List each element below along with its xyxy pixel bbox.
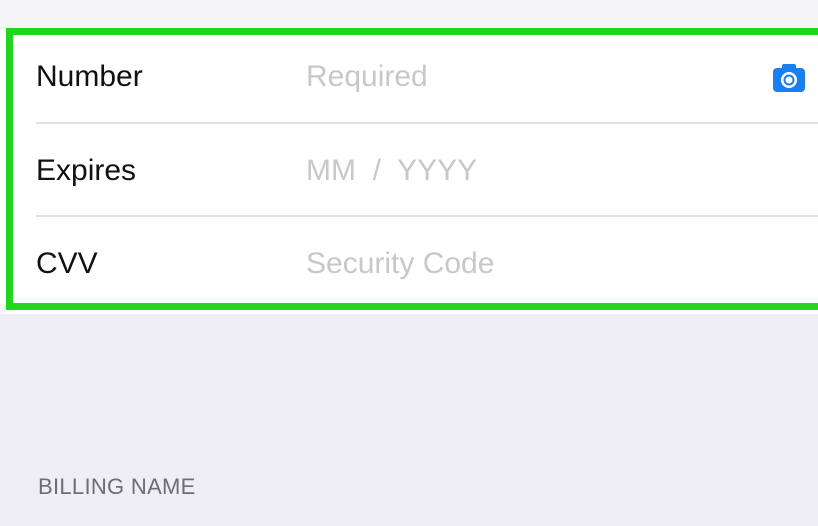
cvv-row[interactable]: CVV	[0, 217, 818, 309]
card-details-form: Number Expires CVV	[0, 28, 818, 314]
expiry-label: Expires	[36, 154, 137, 187]
card-number-label: Number	[36, 60, 143, 93]
cvv-label: CVV	[36, 247, 98, 280]
expiry-row[interactable]: Expires	[0, 124, 818, 216]
top-strip	[0, 0, 818, 28]
cvv-input[interactable]	[306, 246, 756, 282]
billing-name-header: BILLING NAME	[38, 474, 196, 499]
expiry-input[interactable]	[306, 153, 756, 189]
card-number-input[interactable]	[306, 59, 746, 95]
card-number-row[interactable]: Number	[0, 28, 818, 120]
camera-icon[interactable]	[772, 61, 806, 95]
